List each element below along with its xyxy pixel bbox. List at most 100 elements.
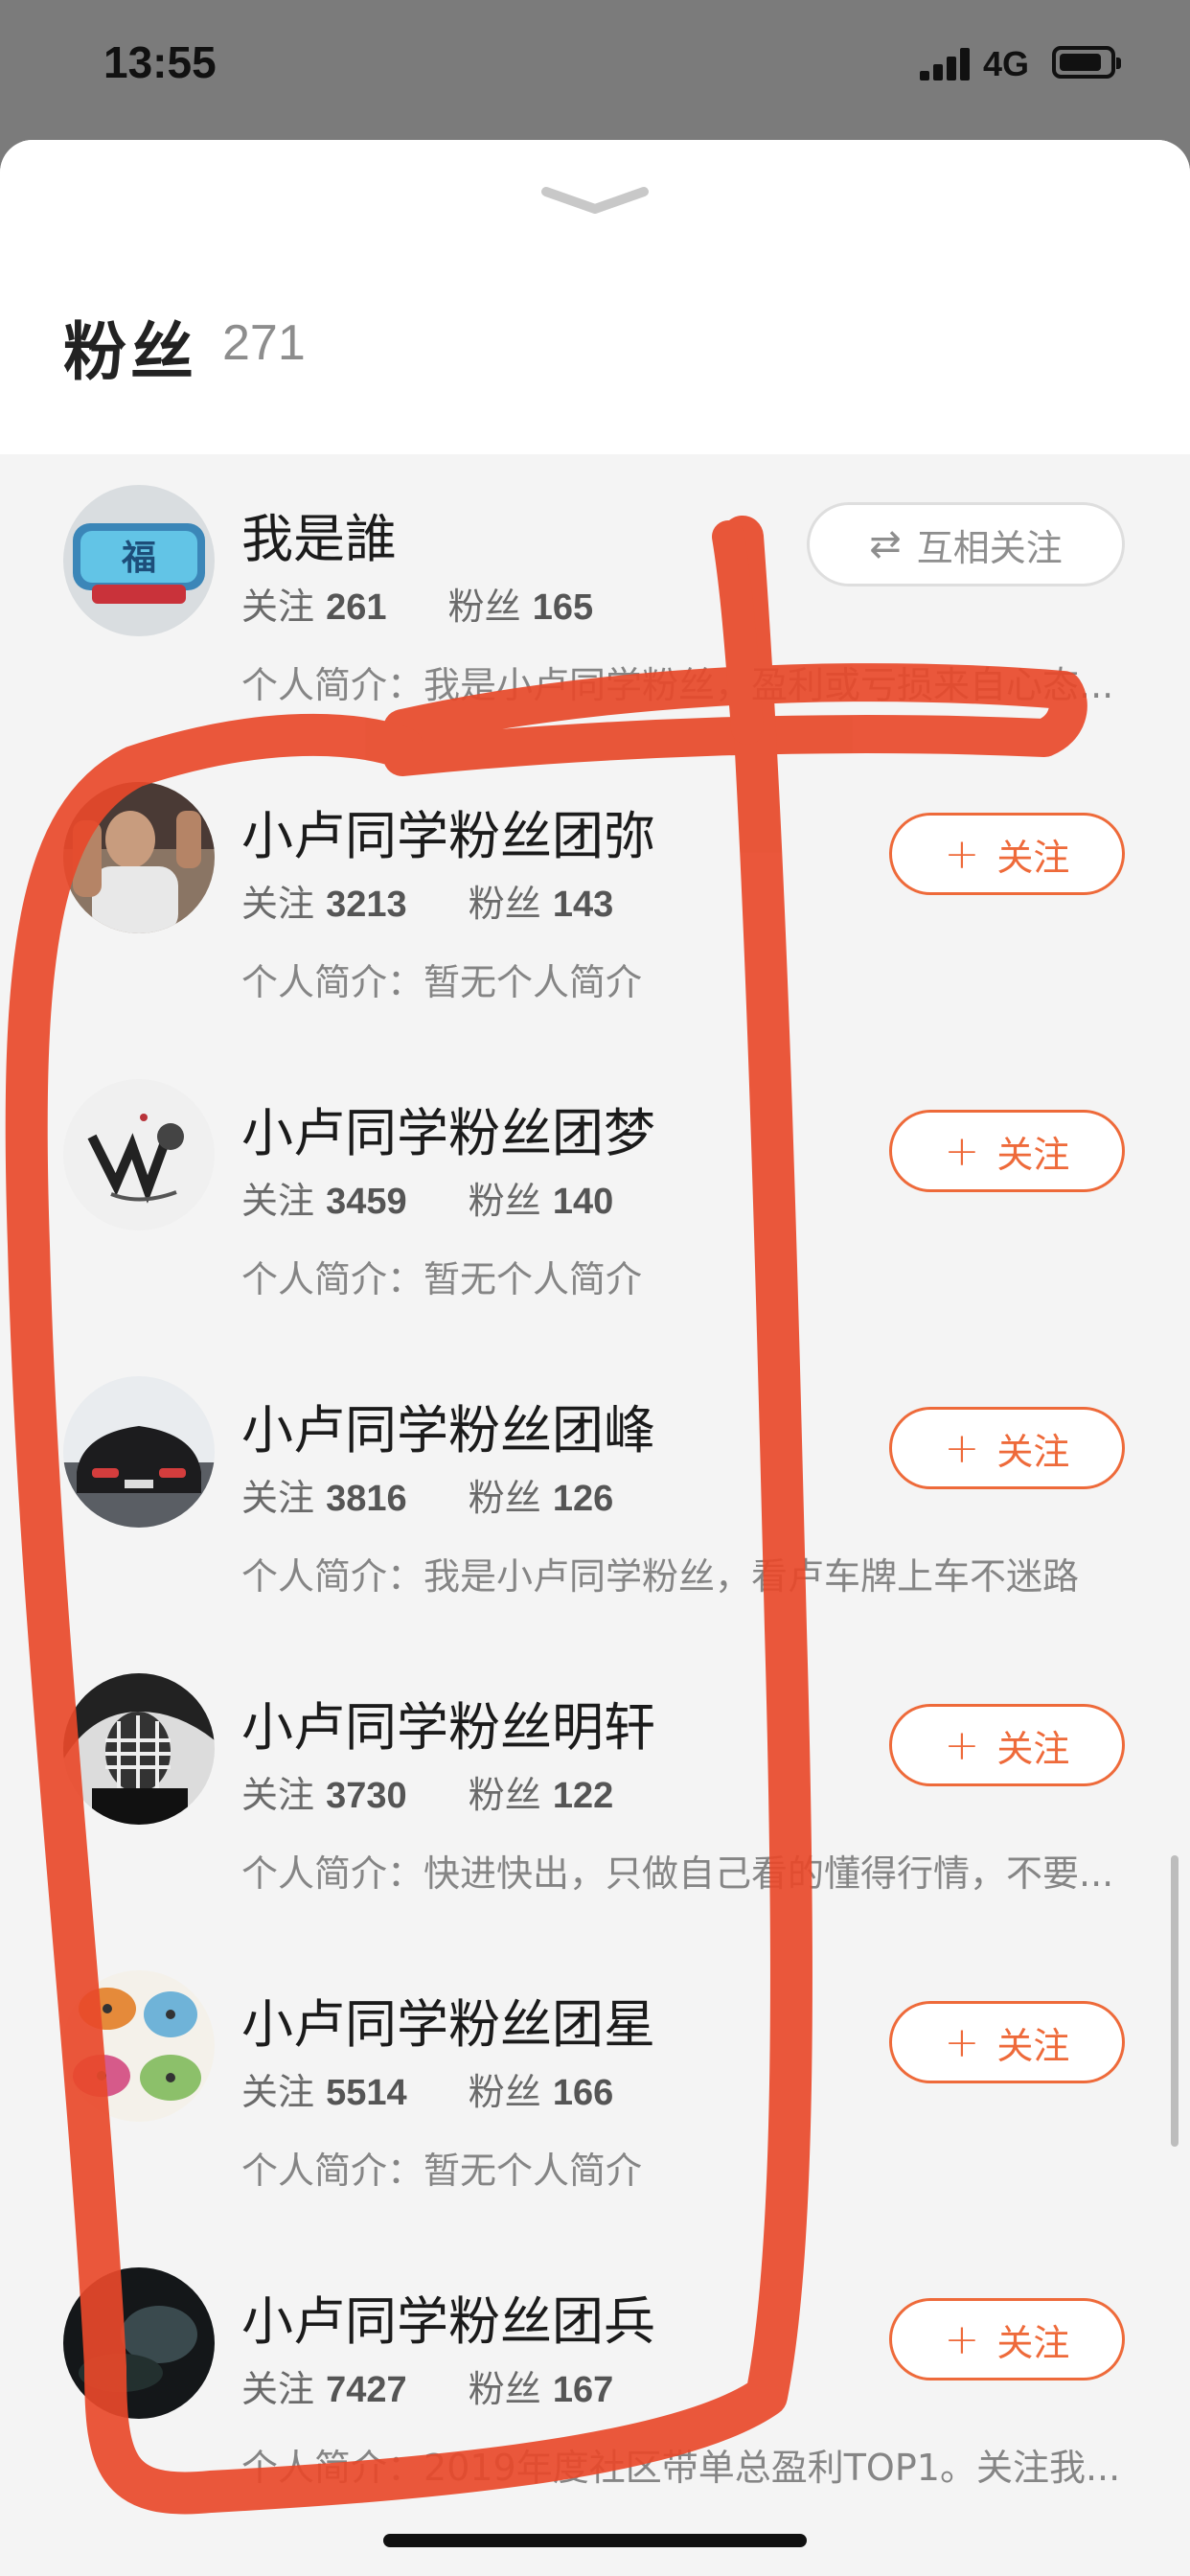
following-count: 5514 (326, 2073, 407, 2113)
user-bio: 个人简介：快进快出，只做自己看的懂得行情，不要... (241, 1844, 1161, 1897)
bio-text: 暂无个人简介 (423, 961, 643, 1003)
list-item[interactable]: 小卢同学粉丝明轩 关注 3730 粉丝 122 个人简介：快进快出，只做自己看的… (0, 1643, 1190, 1940)
fans-label: 粉丝 (468, 1774, 541, 1816)
button-label: 关注 (996, 1430, 1070, 1473)
bio-label: 个人简介： (241, 2150, 424, 2192)
plus-icon: + (944, 1720, 980, 1770)
plus-icon: + (944, 1423, 980, 1473)
user-bio: 个人简介：暂无个人简介 (241, 2141, 1161, 2194)
fans-label: 粉丝 (447, 586, 521, 628)
user-stats: 关注 3730 粉丝 122 (241, 1765, 613, 1818)
following-label: 关注 (241, 883, 315, 925)
fans-label: 粉丝 (468, 883, 541, 925)
bio-label: 个人简介： (241, 1852, 424, 1895)
avatar[interactable] (63, 1079, 215, 1230)
follower-count: 271 (222, 315, 306, 371)
follow-button[interactable]: + 关注 (889, 1110, 1125, 1192)
list-item[interactable]: 小卢同学粉丝团星 关注 5514 粉丝 166 个人简介：暂无个人简介 + 关注 (0, 1940, 1190, 2237)
user-stats: 关注 261 粉丝 165 (241, 577, 593, 630)
avatar[interactable]: 福 (63, 485, 215, 636)
fans-label: 粉丝 (468, 2071, 541, 2113)
following-label: 关注 (241, 1477, 315, 1519)
plus-icon: + (944, 829, 980, 879)
user-name[interactable]: 小卢同学粉丝团星 (241, 1982, 655, 2058)
mutual-follow-button[interactable]: ⇄ 互相关注 (807, 502, 1125, 586)
following-label: 关注 (241, 1180, 315, 1222)
following-count: 3730 (326, 1776, 407, 1816)
fans-label: 粉丝 (468, 2368, 541, 2410)
bio-label: 个人简介： (241, 961, 424, 1003)
user-name[interactable]: 小卢同学粉丝明轩 (241, 1685, 655, 1760)
bio-text: 我是小卢同学粉丝，盈利或亏损来自心态... (423, 664, 1114, 706)
fans-count: 140 (552, 1182, 614, 1222)
follow-button[interactable]: + 关注 (889, 2298, 1125, 2380)
user-name[interactable]: 小卢同学粉丝团梦 (241, 1091, 655, 1166)
home-indicator[interactable] (383, 2534, 807, 2547)
user-name[interactable]: 小卢同学粉丝团峰 (241, 1388, 655, 1463)
bio-text: 快进快出，只做自己看的懂得行情，不要... (423, 1852, 1114, 1895)
bio-text: 暂无个人简介 (423, 2150, 643, 2192)
button-label: 互相关注 (916, 526, 1063, 569)
following-label: 关注 (241, 2368, 315, 2410)
follow-button[interactable]: + 关注 (889, 1704, 1125, 1786)
bio-label: 个人简介： (241, 1555, 424, 1598)
following-count: 261 (326, 587, 387, 628)
follow-button[interactable]: + 关注 (889, 2001, 1125, 2083)
list-item[interactable]: 小卢同学粉丝团梦 关注 3459 粉丝 140 个人简介：暂无个人简介 + 关注 (0, 1048, 1190, 1346)
user-stats: 关注 3816 粉丝 126 (241, 1468, 613, 1521)
plus-icon: + (944, 1126, 980, 1176)
swap-arrows-icon: ⇄ (869, 522, 902, 566)
svg-text:福: 福 (121, 539, 156, 578)
plus-icon: + (944, 2314, 980, 2364)
user-name[interactable]: 小卢同学粉丝团弥 (241, 794, 655, 869)
fans-label: 粉丝 (468, 1477, 541, 1519)
button-label: 关注 (996, 1727, 1070, 1770)
user-name[interactable]: 小卢同学粉丝团兵 (241, 2279, 655, 2355)
chevron-down-icon[interactable] (538, 182, 652, 220)
button-label: 关注 (996, 1133, 1070, 1176)
bio-label: 个人简介： (241, 2447, 424, 2489)
user-stats: 关注 3459 粉丝 140 (241, 1171, 613, 1224)
list-item[interactable]: 小卢同学粉丝团兵 关注 7427 粉丝 167 个人简介：2019年度社区带单总… (0, 2237, 1190, 2534)
button-label: 关注 (996, 2024, 1070, 2067)
fans-count: 167 (552, 2370, 614, 2410)
user-bio: 个人简介：我是小卢同学粉丝，盈利或亏损来自心态... (241, 656, 1161, 708)
follow-button[interactable]: + 关注 (889, 1407, 1125, 1489)
status-time: 13:55 (103, 37, 217, 87)
fans-count: 165 (532, 587, 594, 628)
network-type: 4G (983, 44, 1030, 83)
follow-button[interactable]: + 关注 (889, 813, 1125, 895)
button-label: 关注 (996, 2321, 1070, 2364)
list-item[interactable]: 小卢同学粉丝团峰 关注 3816 粉丝 126 个人简介：我是小卢同学粉丝，看卢… (0, 1346, 1190, 1643)
status-bar: 13:55 4G (0, 0, 1190, 134)
plus-icon: + (944, 2017, 980, 2067)
avatar[interactable] (63, 782, 215, 933)
following-label: 关注 (241, 586, 315, 628)
fans-count: 126 (552, 1479, 614, 1519)
user-bio: 个人简介：我是小卢同学粉丝，看卢车牌上车不迷路 (241, 1547, 1161, 1599)
avatar[interactable] (63, 1376, 215, 1528)
avatar[interactable] (63, 1970, 215, 2122)
following-count: 3459 (326, 1182, 407, 1222)
bio-label: 个人简介： (241, 664, 424, 706)
bio-text: 暂无个人简介 (423, 1258, 643, 1300)
avatar[interactable] (63, 2267, 215, 2419)
avatar[interactable] (63, 1673, 215, 1825)
following-label: 关注 (241, 1774, 315, 1816)
following-count: 3816 (326, 1479, 407, 1519)
scrollbar[interactable] (1171, 1855, 1179, 2147)
user-bio: 个人简介：2019年度社区带单总盈利TOP1。关注我... (241, 2438, 1161, 2491)
following-label: 关注 (241, 2071, 315, 2113)
following-count: 7427 (326, 2370, 407, 2410)
user-bio: 个人简介：暂无个人简介 (241, 953, 1161, 1005)
user-name[interactable]: 我是誰 (241, 496, 397, 572)
fans-count: 166 (552, 2073, 614, 2113)
signal-icon (920, 48, 973, 80)
bio-label: 个人简介： (241, 1258, 424, 1300)
user-stats: 关注 5514 粉丝 166 (241, 2062, 613, 2115)
list-item[interactable]: 福 我是誰 关注 261 粉丝 165 个人简介：我是小卢同学粉丝，盈利或亏损来… (0, 454, 1190, 751)
button-label: 关注 (996, 836, 1070, 879)
page-title: 粉丝 (63, 315, 197, 389)
list-item[interactable]: 小卢同学粉丝团弥 关注 3213 粉丝 143 个人简介：暂无个人简介 + 关注 (0, 751, 1190, 1048)
bio-text: 2019年度社区带单总盈利TOP1。关注我... (423, 2447, 1121, 2489)
